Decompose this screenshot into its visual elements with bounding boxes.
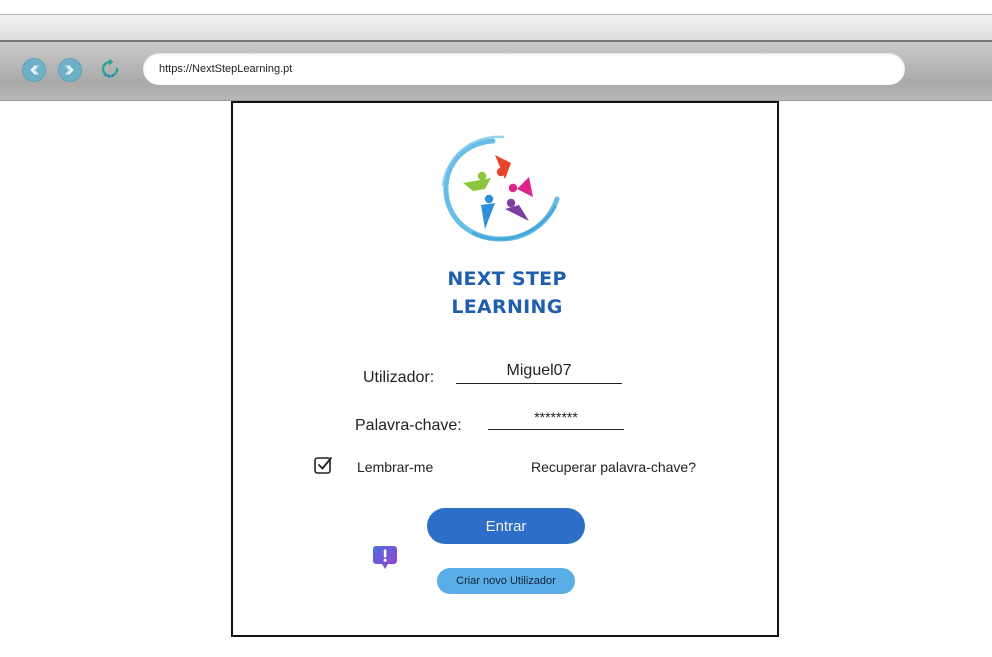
username-label: Utilizador: bbox=[363, 369, 435, 386]
password-field[interactable] bbox=[488, 407, 624, 430]
create-user-button[interactable]: Criar novo Utilizador bbox=[437, 568, 575, 594]
reload-icon bbox=[101, 58, 119, 78]
window-top-edge bbox=[0, 0, 992, 14]
chevron-left-icon bbox=[30, 65, 39, 75]
login-button[interactable]: Entrar bbox=[427, 508, 585, 544]
help-alert-icon[interactable] bbox=[372, 544, 398, 572]
password-label: Palavra-chave: bbox=[355, 417, 462, 434]
recover-password-link[interactable]: Recuperar palavra-chave? bbox=[531, 459, 696, 475]
next-step-learning-logo bbox=[441, 135, 560, 242]
brand-name: NEXT STEP LEARNING bbox=[407, 265, 607, 321]
login-card: NEXT STEP LEARNING Utilizador: Palavra-c… bbox=[231, 101, 779, 637]
url-input[interactable] bbox=[159, 63, 879, 75]
brand-name-line2: LEARNING bbox=[451, 296, 563, 318]
brand-name-line1: NEXT STEP bbox=[447, 268, 567, 290]
address-bar[interactable] bbox=[143, 53, 905, 85]
back-button[interactable] bbox=[22, 58, 46, 82]
browser-tab-strip bbox=[0, 14, 992, 41]
remember-me-label: Lembrar-me bbox=[357, 459, 434, 475]
username-field[interactable] bbox=[456, 361, 622, 384]
forward-button[interactable] bbox=[58, 58, 82, 82]
remember-me-checkbox[interactable] bbox=[313, 455, 333, 475]
reload-button[interactable] bbox=[97, 56, 123, 82]
chevron-right-icon bbox=[65, 65, 74, 75]
